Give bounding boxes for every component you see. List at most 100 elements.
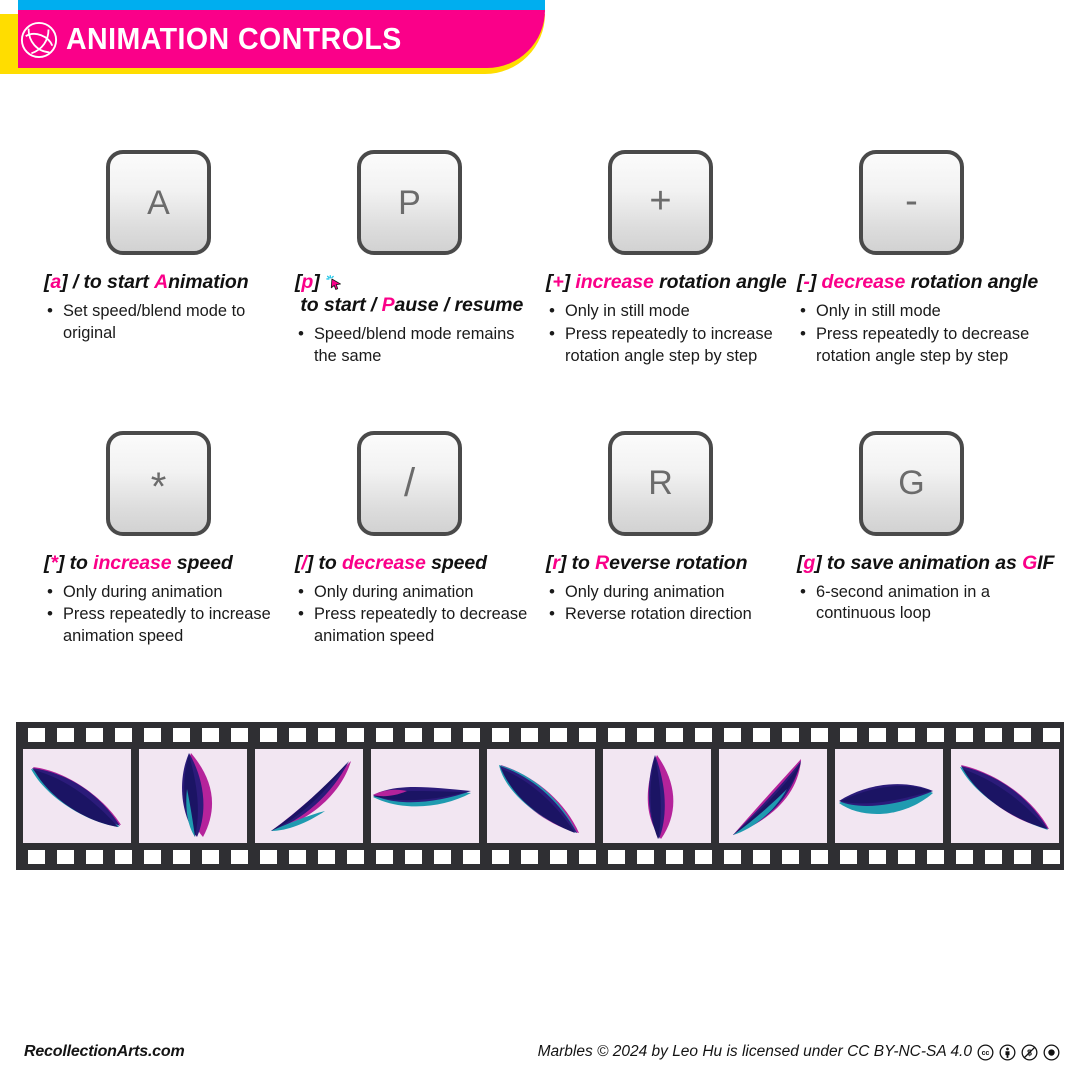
key-g-bullet-list: 6-second animation in a continuous loop	[797, 581, 1032, 626]
perforation	[434, 850, 451, 864]
list-item: Press repeatedly to decrease animation s…	[295, 603, 530, 648]
list-item: Press repeatedly to increase animation s…	[44, 603, 279, 648]
key-plus-bullet-list: Only in still modePress repeatedly to in…	[546, 300, 781, 367]
frame-2	[139, 749, 247, 843]
perforation	[898, 850, 915, 864]
perforation	[985, 850, 1002, 864]
perforation	[579, 850, 596, 864]
shortcut-cell-key-asterisk: * [*] to increase speed Only during animat…	[44, 369, 295, 649]
leaf-circle-logo-icon	[20, 21, 58, 59]
list-item: 6-second animation in a continuous loop	[797, 581, 1032, 626]
perforation	[115, 728, 132, 742]
perforation	[811, 728, 828, 742]
key-minus-bullet-list: Only in still modePress repeatedly to de…	[797, 300, 1032, 367]
cc-icon: cc	[977, 1044, 994, 1060]
key-p-keycap[interactable]: P	[357, 150, 462, 255]
perforation	[463, 850, 480, 864]
perforation	[289, 850, 306, 864]
marble-shape	[839, 784, 933, 814]
perforation	[782, 850, 799, 864]
key-slash-heading: [/] to decrease speed	[295, 551, 487, 574]
svg-text:cc: cc	[982, 1050, 990, 1057]
shortcut-cell-key-g: G [g] to save animation as GIF 6-second an…	[797, 369, 1055, 649]
list-item: Reverse rotation direction	[546, 603, 781, 626]
perforation	[782, 728, 799, 742]
key-g-keycap[interactable]: G	[859, 430, 964, 536]
list-item: Only during animation	[546, 581, 781, 604]
perforation	[405, 728, 422, 742]
perforation	[1072, 728, 1080, 742]
page-title: ANIMATION CONTROLS	[66, 21, 402, 56]
key-asterisk-label: *	[150, 465, 167, 510]
perforation	[463, 728, 480, 742]
shortcut-cell-key-slash: / [/] to decrease speed Only during animat…	[295, 369, 546, 649]
key-plus-heading: [+] increase rotation angle	[546, 271, 787, 293]
license-block: Marbles © 2024 by Leo Hu is licensed und…	[538, 1043, 1060, 1061]
shortcut-cell-key-a: A [a] / to start Animation Set speed/blend…	[44, 150, 295, 369]
frame-4	[371, 749, 479, 843]
frame-7	[719, 749, 827, 843]
site-credit[interactable]: RecollectionArts.com	[24, 1043, 185, 1061]
perforation	[956, 728, 973, 742]
perforation	[1014, 850, 1031, 864]
marble-shape	[373, 787, 471, 807]
perforation	[869, 728, 886, 742]
marble-shape	[733, 759, 801, 835]
marble-shape	[499, 765, 579, 833]
key-slash-keycap[interactable]: /	[357, 430, 462, 536]
key-minus-label: -	[905, 179, 918, 222]
perforation	[521, 728, 538, 742]
perforation	[840, 850, 857, 864]
key-p-label: P	[398, 183, 421, 222]
perforation	[86, 728, 103, 742]
shortcut-cell-key-minus: - [-] decrease rotation angle Only in stil…	[797, 150, 1048, 369]
perforation	[898, 728, 915, 742]
perforation	[521, 850, 538, 864]
perforation	[695, 728, 712, 742]
perforation	[376, 850, 393, 864]
frame-9	[951, 749, 1059, 843]
perforation	[231, 728, 248, 742]
key-r-keycap[interactable]: R	[608, 430, 713, 536]
filmstrip-perforations-bottom	[16, 849, 1080, 865]
perforation	[86, 850, 103, 864]
nc-icon: $	[1021, 1044, 1038, 1060]
perforation	[492, 728, 509, 742]
perforation	[550, 850, 567, 864]
by-icon	[999, 1044, 1016, 1060]
key-g-label: G	[898, 464, 925, 503]
frame-8	[835, 749, 943, 843]
marble-shape	[960, 765, 1049, 830]
perforation	[376, 728, 393, 742]
filmstrip-perforations-top	[16, 727, 1080, 743]
key-r-label: R	[648, 464, 673, 503]
key-g-heading: [g] to save animation as GIF	[797, 551, 1055, 574]
perforation	[579, 728, 596, 742]
marble-shape	[31, 767, 121, 827]
key-a-keycap[interactable]: A	[106, 150, 211, 255]
perforation	[724, 850, 741, 864]
perforation	[637, 850, 654, 864]
perforation	[1072, 850, 1080, 864]
key-r-bullet-list: Only during animationReverse rotation di…	[546, 581, 781, 627]
perforation	[608, 850, 625, 864]
perforation	[1043, 850, 1060, 864]
shortcut-cell-key-plus: + [+] increase rotation angle Only in stil…	[546, 150, 797, 369]
key-minus-keycap[interactable]: -	[859, 150, 964, 255]
key-minus-heading: [-] decrease rotation angle	[797, 271, 1039, 293]
perforation	[840, 728, 857, 742]
key-slash-label: /	[403, 461, 416, 506]
list-item: Speed/blend mode remains the same	[295, 323, 530, 368]
list-item: Only in still mode	[546, 300, 781, 323]
key-plus-keycap[interactable]: +	[608, 150, 713, 255]
perforation	[666, 850, 683, 864]
key-asterisk-keycap[interactable]: *	[106, 430, 211, 536]
license-text: Marbles © 2024 by Leo Hu is licensed und…	[537, 1043, 972, 1060]
perforation	[724, 728, 741, 742]
shortcut-cell-key-r: R [r] to Reverse rotation Only during anim…	[546, 369, 797, 649]
key-a-heading: [a] / to start Animation	[44, 271, 249, 293]
frame-1	[23, 749, 131, 843]
perforation	[260, 850, 277, 864]
perforation	[434, 728, 451, 742]
perforation	[260, 728, 277, 742]
